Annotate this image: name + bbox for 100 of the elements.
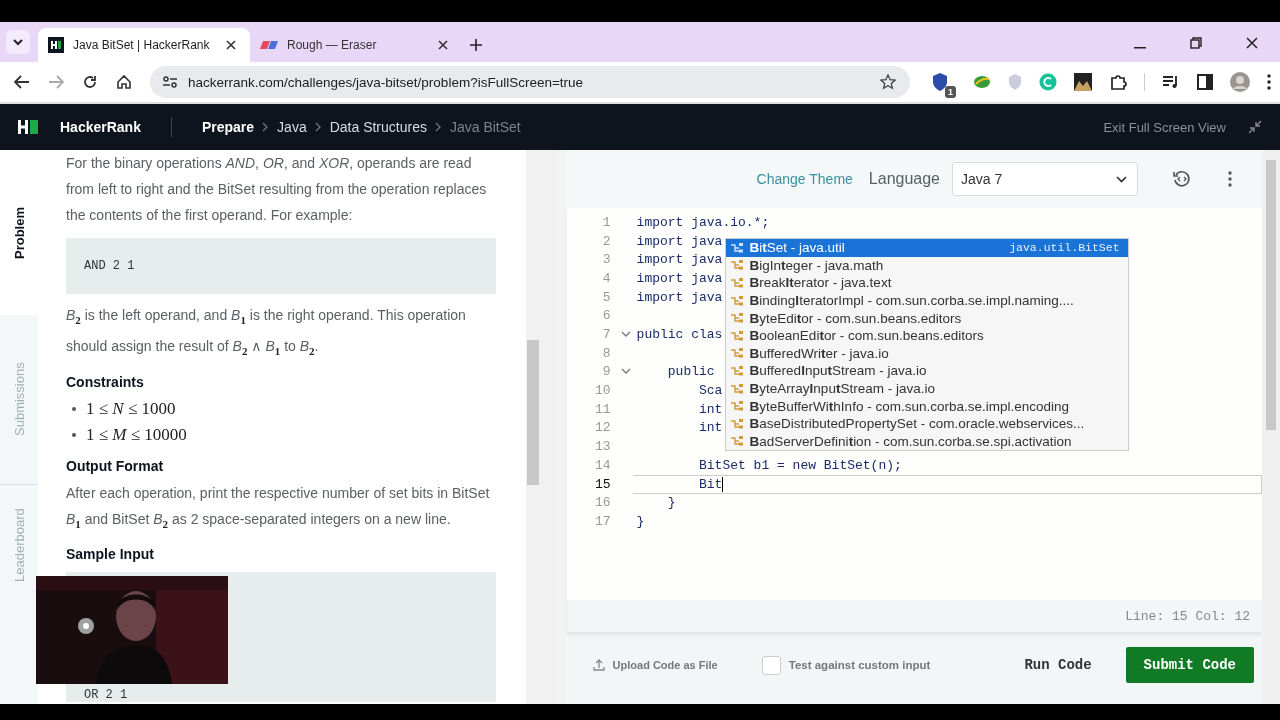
- class-icon: [729, 417, 744, 430]
- code-line: import java: [636, 252, 723, 268]
- site-logo-icon: [48, 37, 64, 53]
- caret-icon: [1116, 175, 1127, 183]
- site-logo-icon: [260, 40, 278, 50]
- class-icon: [729, 259, 744, 272]
- brand-name[interactable]: HackerRank: [60, 119, 141, 135]
- code-line: }: [636, 514, 645, 530]
- history-icon[interactable]: [1172, 169, 1192, 189]
- profile-avatar[interactable]: [1230, 72, 1250, 92]
- code-line: BitSet b1 = new BitSet(n);: [698, 457, 902, 473]
- suggestion-item[interactable]: BigInteger - java.math: [725, 256, 1128, 275]
- class-icon: [729, 364, 744, 377]
- suggestion-item[interactable]: BooleanEditor - com.sun.beans.editors: [725, 326, 1128, 345]
- cursor-position: Line: 15 Col: 12: [1125, 608, 1250, 624]
- restore-icon[interactable]: [1190, 37, 1202, 49]
- breadcrumb-link[interactable]: Prepare: [201, 119, 255, 135]
- suggestion-item[interactable]: BreakIterator - java.text: [725, 274, 1128, 292]
- new-tab-icon[interactable]: [470, 39, 482, 51]
- close-icon[interactable]: [438, 40, 448, 50]
- bullet-icon: [72, 406, 76, 411]
- side-panel-icon[interactable]: [1197, 74, 1213, 90]
- tab-list-button[interactable]: [6, 30, 30, 54]
- chevron-right-icon: [434, 122, 442, 132]
- scrollbar-thumb[interactable]: [1266, 160, 1276, 430]
- suggestion-item[interactable]: ByteBufferWithInfo - com.sun.corba.se.impl.encoding: [725, 397, 1128, 415]
- section-heading: Output Format: [66, 457, 165, 474]
- line-number: 15: [593, 476, 611, 492]
- checkbox[interactable]: [761, 655, 781, 675]
- tab-title: Java BitSet | HackerRank: [73, 38, 211, 52]
- reload-icon[interactable]: [82, 74, 98, 90]
- hackerrank-logo-icon[interactable]: [18, 119, 40, 135]
- line-number: 13: [593, 439, 611, 455]
- suggestion-item[interactable]: BufferedWriter - java.io: [725, 344, 1128, 363]
- change-theme-link[interactable]: Change Theme: [756, 171, 853, 187]
- section-heading: Constraints: [66, 373, 145, 390]
- breadcrumb-link[interactable]: Data Structures: [329, 119, 427, 135]
- scrollbar-thumb[interactable]: [526, 340, 539, 485]
- suggestion-item[interactable]: BufferedInputStream - java.io: [725, 362, 1128, 380]
- chevron-right-icon: [262, 122, 270, 132]
- close-icon[interactable]: [1246, 37, 1258, 49]
- class-icon: [729, 312, 744, 325]
- code-text: AND 2 1: [84, 259, 135, 273]
- exit-fullscreen-link[interactable]: Exit Full Screen View: [1103, 119, 1226, 135]
- menu-icon[interactable]: [1267, 74, 1271, 90]
- vertical-tab[interactable]: Problem: [0, 150, 38, 315]
- suggestion-item[interactable]: BitSet - java.util java.util.BitSet: [725, 239, 1128, 257]
- shield-extension-icon[interactable]: [932, 73, 948, 91]
- fold-icon[interactable]: [620, 368, 631, 376]
- suggestion-item[interactable]: ByteEditor - com.sun.beans.editors: [725, 309, 1128, 327]
- collapse-icon[interactable]: [1248, 120, 1262, 134]
- language-label: Language: [868, 170, 940, 188]
- browser-tab[interactable]: Rough — Eraser: [250, 28, 462, 62]
- breadcrumb-link[interactable]: Java: [277, 119, 307, 135]
- back-icon[interactable]: [14, 75, 30, 89]
- class-icon: [729, 277, 744, 289]
- paragraph: For the binary operations AND, OR, and XOR, operands are read from left to right and the BitSet resulting from the operation replaces the contents of the first operand. For example:: [66, 154, 488, 225]
- fold-icon[interactable]: [620, 330, 631, 338]
- code-line: Sca: [698, 383, 723, 399]
- suggestion-item[interactable]: BadServerDefinition - com.sun.corba.se.spi.activation: [725, 432, 1128, 451]
- suggestion-item[interactable]: BaseDistributedPropertySet - com.oracle.webservices...: [725, 414, 1128, 433]
- submit-code-button[interactable]: Submit Code: [1125, 647, 1254, 683]
- close-icon[interactable]: [226, 40, 236, 50]
- language-dropdown[interactable]: Java 7: [952, 162, 1138, 196]
- class-icon: [729, 241, 744, 254]
- minimize-icon[interactable]: [1134, 47, 1146, 49]
- line-number: 12: [593, 420, 611, 436]
- line-number: 16: [593, 495, 611, 511]
- chevron-right-icon: [314, 122, 322, 132]
- more-options-icon[interactable]: [1228, 171, 1232, 187]
- class-icon: [729, 382, 744, 395]
- upload-file-button[interactable]: Upload Code as File: [592, 659, 718, 671]
- suggestion-item[interactable]: ByteArrayInputStream - java.io: [725, 379, 1128, 398]
- line-number: 4: [601, 270, 611, 286]
- run-code-button[interactable]: Run Code: [1010, 647, 1106, 683]
- bookmark-star-icon[interactable]: [880, 74, 896, 90]
- line-number: 2: [601, 233, 611, 249]
- line-number: 8: [601, 345, 611, 361]
- code-line: Bit: [698, 476, 724, 492]
- puzzle-icon[interactable]: [1109, 73, 1127, 91]
- line-number: 1: [601, 214, 611, 230]
- paragraph: B$_{2}$ is the left operand, and B$_{1}$ is the right operand. This operation should assign the result of B$_{2}$ ∧ B$_{1}$ to B$_{2}$.: [66, 306, 467, 359]
- line-number: 6: [601, 308, 611, 324]
- home-icon[interactable]: [116, 74, 132, 90]
- globe-extension-icon[interactable]: [973, 74, 991, 90]
- code-line: import java: [636, 270, 723, 286]
- code-line: public clas: [636, 326, 723, 342]
- suggestion-item[interactable]: BindingIteratorImpl - com.sun.corba.se.impl.naming....: [725, 291, 1128, 310]
- code-line: }: [666, 495, 676, 511]
- breadcrumb-link[interactable]: Java BitSet: [449, 119, 521, 135]
- paragraph: After each operation, print the respective number of set bits in BitSet B$_{1}$ and BitSet B$_{2}$ as 2 space-separated integers on a new line.: [66, 483, 491, 532]
- list-item: 1 ≤ N ≤ 1000: [86, 398, 176, 419]
- code-line: public: [666, 364, 715, 380]
- playlist-icon[interactable]: [1162, 74, 1180, 90]
- browser-tab[interactable]: Java BitSet | HackerRank: [38, 28, 250, 62]
- class-icon: [729, 347, 744, 360]
- address-field[interactable]: hackerrank.com/challenges/java-bitset/problem?isFullScreen=true: [150, 66, 910, 98]
- class-icon: [729, 294, 744, 307]
- mask-extension-icon[interactable]: [1074, 73, 1092, 91]
- bullet-icon: [72, 432, 76, 437]
